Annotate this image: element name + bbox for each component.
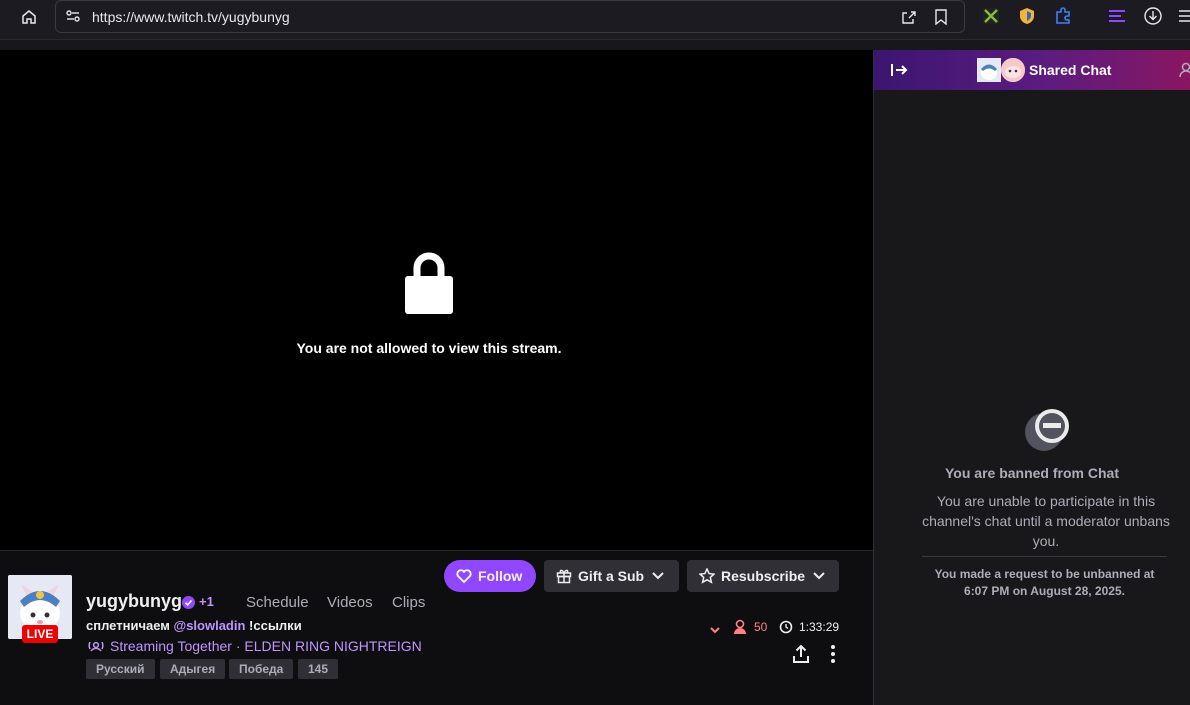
- stream-title-suffix: !ссылки: [245, 618, 302, 633]
- gift-sub-label: Gift a Sub: [578, 568, 645, 584]
- collapse-chat-icon[interactable]: [890, 62, 908, 78]
- browser-toolbar: https://www.twitch.tv/yugybunyg: [0, 0, 1190, 40]
- share-page-icon[interactable]: [899, 7, 919, 27]
- channel-name[interactable]: yugybunyg: [86, 591, 182, 612]
- lock-icon: [404, 250, 454, 314]
- resubscribe-label: Resubscribe: [721, 568, 806, 584]
- chevron-down-icon: [652, 572, 664, 580]
- divider: [922, 556, 1167, 557]
- community-icon[interactable]: [1179, 62, 1190, 78]
- streaming-together-line: Streaming Together · ELDEN RING NIGHTREI…: [110, 638, 422, 654]
- shared-chat-avatar-2: [1001, 58, 1025, 82]
- puzzle-extension-icon[interactable]: [1053, 6, 1073, 26]
- clips-link[interactable]: Clips: [392, 594, 425, 611]
- resubscribe-button[interactable]: Resubscribe: [687, 560, 839, 592]
- follow-button[interactable]: Follow: [444, 560, 536, 592]
- video-player[interactable]: You are not allowed to view this stream.: [0, 50, 873, 550]
- chat-panel: Shared Chat You are banned from Chat You…: [873, 50, 1190, 705]
- viewer-count: 50: [754, 620, 768, 634]
- blocked-message: You are not allowed to view this stream.: [296, 340, 562, 356]
- extension-1-icon[interactable]: [981, 6, 1001, 26]
- stream-title-mention[interactable]: @slowladin: [174, 618, 246, 633]
- address-bar[interactable]: https://www.twitch.tv/yugybunyg: [55, 0, 965, 33]
- streaming-together-icon: [87, 638, 105, 654]
- verified-icon: [182, 596, 195, 609]
- tag-145[interactable]: 145: [298, 659, 339, 679]
- chevron-down-icon: [813, 572, 825, 580]
- site-settings-icon[interactable]: [64, 7, 82, 25]
- game-link[interactable]: ELDEN RING NIGHTREIGN: [244, 638, 421, 654]
- gift-sub-button[interactable]: Gift a Sub: [544, 560, 679, 592]
- home-icon[interactable]: [18, 6, 40, 28]
- menu-icon[interactable]: [1176, 6, 1190, 26]
- toolbar-divider: [0, 40, 1190, 50]
- follow-label: Follow: [478, 568, 523, 584]
- clock-icon: [779, 620, 793, 634]
- ban-description: You are unable to participate in this ch…: [922, 493, 1170, 549]
- more-options-icon[interactable]: [826, 643, 840, 665]
- bookmark-icon[interactable]: [931, 7, 951, 27]
- schedule-link[interactable]: Schedule: [246, 594, 309, 611]
- shared-chat-avatar-1: [977, 58, 1001, 82]
- share-icon[interactable]: [791, 643, 811, 665]
- ban-icon: [1024, 406, 1074, 452]
- separator-dot: ·: [231, 638, 245, 654]
- tag-pobeda[interactable]: Победа: [229, 659, 294, 679]
- gift-icon: [556, 569, 572, 584]
- twitch-extension-icon[interactable]: [1107, 6, 1127, 26]
- shared-chat-title: Shared Chat: [1029, 62, 1112, 78]
- download-icon[interactable]: [1143, 6, 1163, 26]
- streaming-together-link[interactable]: Streaming Together: [110, 638, 232, 654]
- chevron-down-icon[interactable]: [709, 622, 721, 634]
- unban-request-status: You made a request to be unbanned at 6:0…: [934, 567, 1155, 598]
- heart-icon: [456, 569, 472, 583]
- videos-link[interactable]: Videos: [327, 594, 373, 611]
- live-badge: LIVE: [22, 625, 58, 643]
- url-text: https://www.twitch.tv/yugybunyg: [92, 9, 290, 25]
- star-icon: [699, 568, 715, 584]
- stream-uptime: 1:33:29: [799, 620, 840, 634]
- stream-title: сплетничаем @slowladin !ссылки: [86, 618, 302, 633]
- shared-chat-header: Shared Chat: [874, 50, 1190, 90]
- tag-adygea[interactable]: Адыгея: [160, 659, 226, 679]
- channel-info: LIVE yugybunyg +1 Schedule Videos Clips …: [0, 550, 873, 705]
- collaborator-count[interactable]: +1: [199, 594, 214, 609]
- stream-title-prefix: сплетничаем: [86, 618, 174, 633]
- viewer-icon: [733, 619, 747, 635]
- shield-extension-icon[interactable]: [1017, 6, 1037, 26]
- tag-russian[interactable]: Русский: [86, 659, 155, 679]
- ban-title: You are banned from Chat: [945, 465, 1119, 481]
